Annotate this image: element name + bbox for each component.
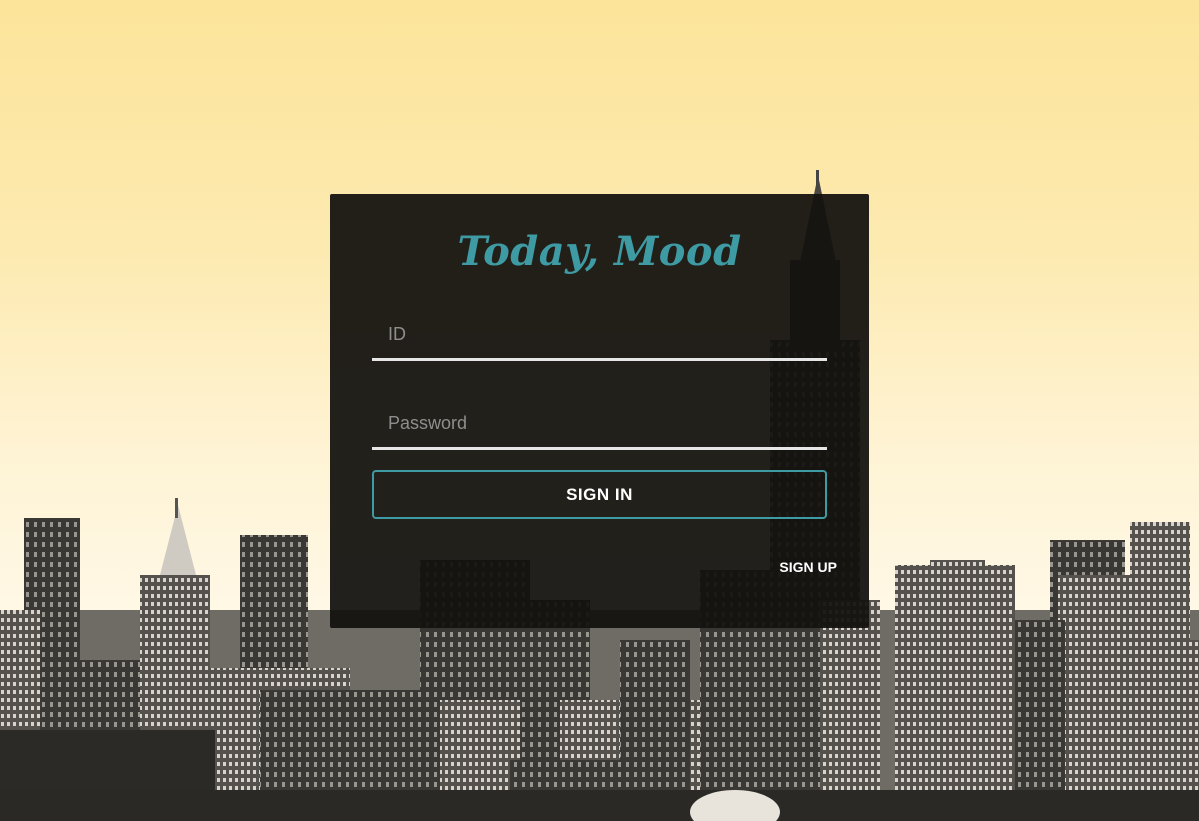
- login-card: Today, Mood SIGN IN SIGN UP: [330, 194, 869, 628]
- sign-up-link[interactable]: SIGN UP: [779, 559, 837, 575]
- app-title: Today, Mood: [457, 228, 742, 275]
- login-page: Today, Mood SIGN IN SIGN UP: [0, 0, 1199, 821]
- id-input[interactable]: [372, 311, 827, 358]
- password-input[interactable]: [372, 400, 827, 447]
- id-field: [372, 311, 827, 361]
- sign-in-button[interactable]: SIGN IN: [372, 470, 827, 519]
- password-field: [372, 400, 827, 450]
